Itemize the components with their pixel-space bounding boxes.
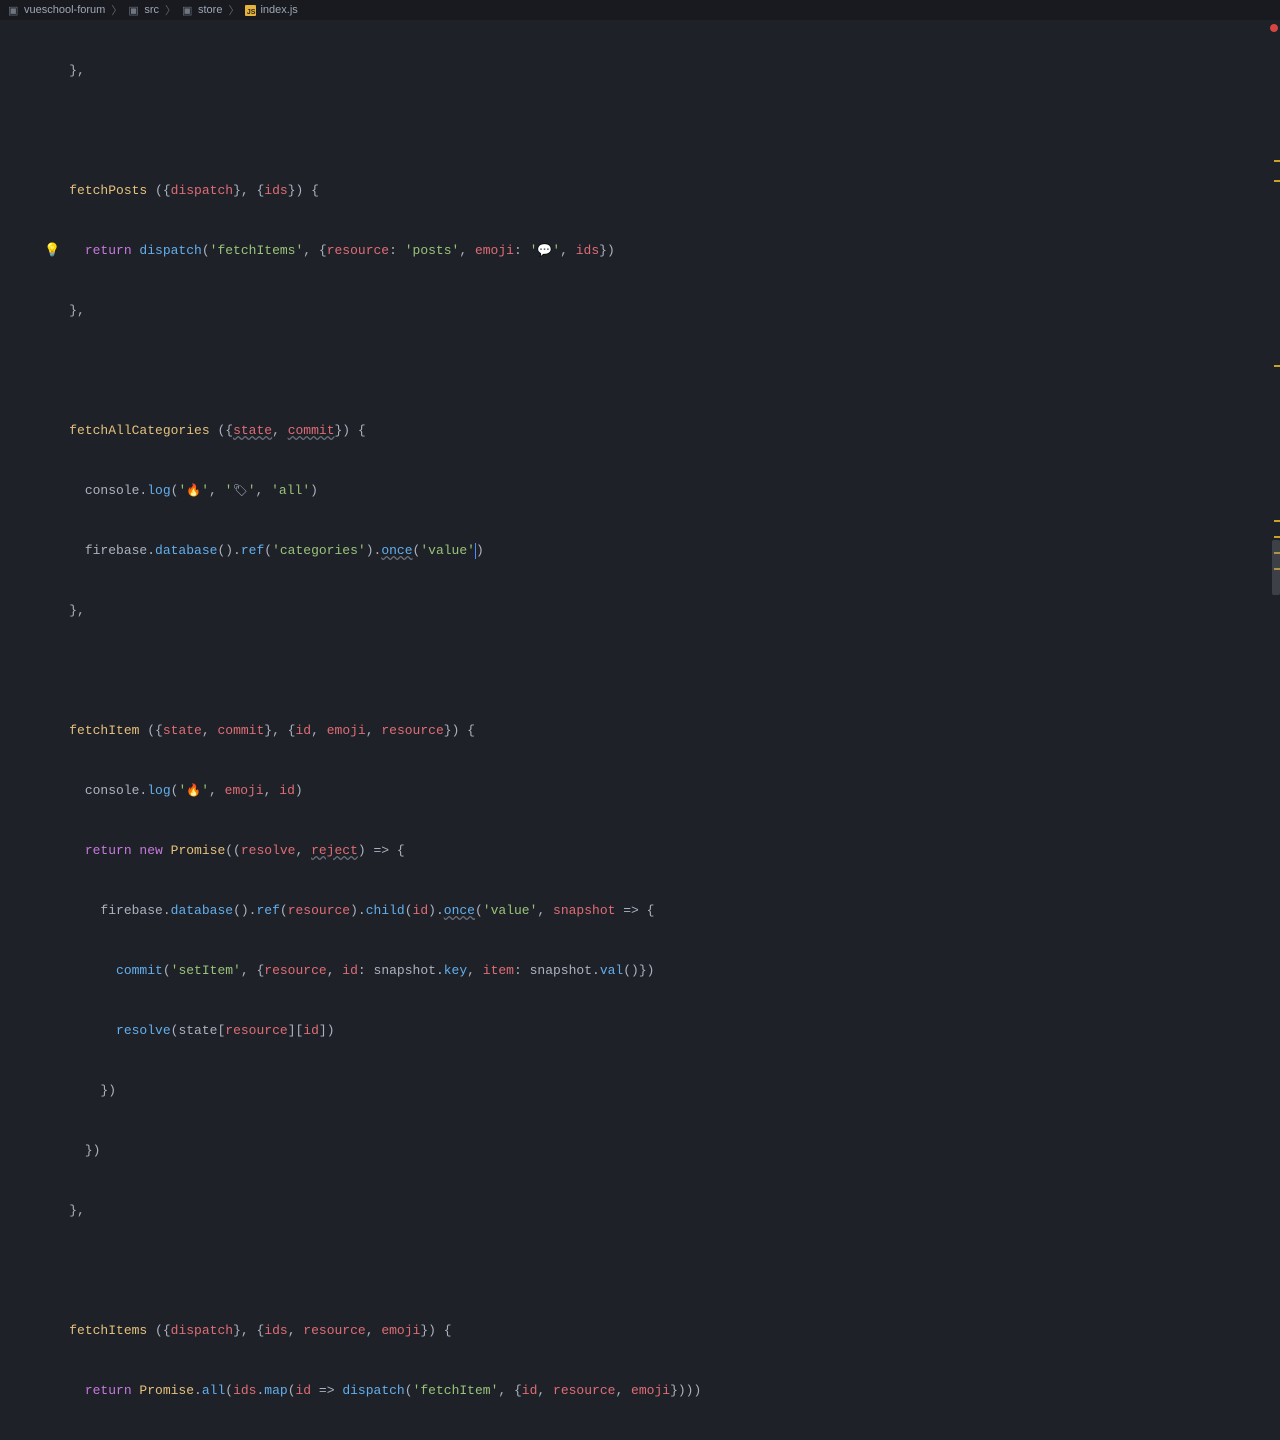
warning-marker-icon[interactable]: [1274, 160, 1280, 162]
label-emoji-icon: 🏷: [232, 484, 247, 498]
code-line[interactable]: console.log('🔥', emoji, id): [38, 776, 1280, 806]
code-line[interactable]: resolve(state[resource][id]): [38, 1016, 1280, 1046]
code-line[interactable]: return dispatch('fetchItems', {resource:…: [38, 236, 1280, 266]
code-line[interactable]: fetchItems ({dispatch}, {ids, resource, …: [38, 1316, 1280, 1346]
breadcrumb-label: store: [198, 4, 222, 16]
warning-marker-icon[interactable]: [1274, 365, 1280, 367]
js-file-icon: JS: [245, 5, 256, 16]
code-line[interactable]: firebase.database().ref(resource).child(…: [38, 896, 1280, 926]
code-line[interactable]: fetchPosts ({dispatch}, {ids}) {: [38, 176, 1280, 206]
breadcrumb-separator: 〉: [165, 2, 176, 18]
speech-balloon-emoji-icon: 💬: [537, 244, 552, 258]
breadcrumb-label: vueschool-forum: [24, 4, 105, 16]
warning-marker-icon[interactable]: [1274, 520, 1280, 522]
breadcrumb-item-src[interactable]: ▣ src: [124, 4, 163, 16]
breadcrumb-item-file[interactable]: JS index.js: [241, 4, 301, 16]
code-line[interactable]: firebase.database().ref('categories').on…: [38, 536, 1280, 566]
breadcrumb: ▣ vueschool-forum 〉 ▣ src 〉 ▣ store 〉 JS…: [0, 0, 1280, 20]
code-line[interactable]: },: [38, 296, 1280, 326]
fire-emoji-icon: 🔥: [186, 784, 201, 798]
warning-marker-icon[interactable]: [1274, 180, 1280, 182]
scrollbar-thumb[interactable]: [1272, 540, 1280, 595]
code-line[interactable]: }: [38, 1436, 1280, 1440]
code-line[interactable]: return Promise.all(ids.map(id => dispatc…: [38, 1376, 1280, 1406]
code-editor[interactable]: }, fetchPosts ({dispatch}, {ids}) { retu…: [0, 20, 1280, 1440]
code-line[interactable]: return new Promise((resolve, reject) => …: [38, 836, 1280, 866]
code-line[interactable]: [38, 656, 1280, 686]
code-line[interactable]: console.log('🔥', '🏷', 'all'): [38, 476, 1280, 506]
code-line[interactable]: commit('setItem', {resource, id: snapsho…: [38, 956, 1280, 986]
breadcrumb-label: index.js: [260, 4, 297, 16]
code-line[interactable]: },: [38, 56, 1280, 86]
breadcrumb-label: src: [144, 4, 159, 16]
folder-icon: ▣: [128, 4, 140, 16]
warning-marker-icon[interactable]: [1274, 536, 1280, 538]
breadcrumb-item-store[interactable]: ▣ store: [178, 4, 226, 16]
breadcrumb-item-project[interactable]: ▣ vueschool-forum: [4, 4, 109, 16]
minimap-scrollbar[interactable]: [1272, 20, 1280, 720]
code-line[interactable]: }): [38, 1076, 1280, 1106]
folder-icon: ▣: [182, 4, 194, 16]
code-line[interactable]: [38, 116, 1280, 146]
fire-emoji-icon: 🔥: [186, 484, 201, 498]
code-line[interactable]: [38, 356, 1280, 386]
code-line[interactable]: [38, 1256, 1280, 1286]
code-line[interactable]: },: [38, 1196, 1280, 1226]
breadcrumb-separator: 〉: [228, 2, 239, 18]
code-line[interactable]: fetchAllCategories ({state, commit}) {: [38, 416, 1280, 446]
code-line[interactable]: },: [38, 596, 1280, 626]
code-line[interactable]: }): [38, 1136, 1280, 1166]
breadcrumb-separator: 〉: [111, 2, 122, 18]
folder-icon: ▣: [8, 4, 20, 16]
code-line[interactable]: fetchItem ({state, commit}, {id, emoji, …: [38, 716, 1280, 746]
